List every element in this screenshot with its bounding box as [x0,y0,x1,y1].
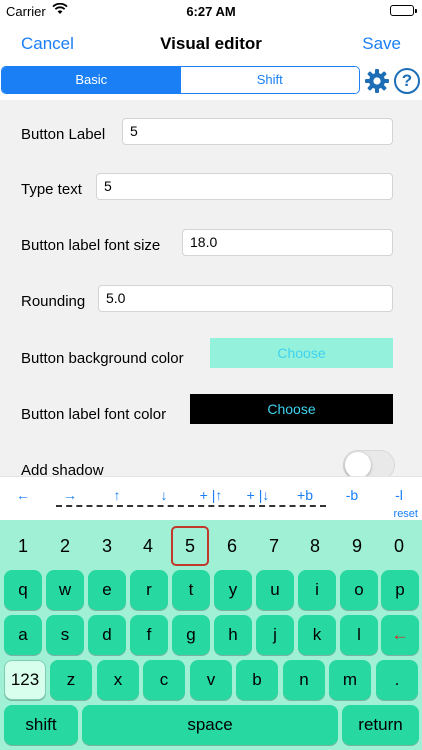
key-7[interactable]: 7 [258,526,290,566]
return-key[interactable]: return [342,705,419,745]
key-n[interactable]: n [283,660,325,700]
type-text-row: Type text 5 [0,159,422,215]
key-2[interactable]: 2 [49,526,81,566]
segmented-control: Basic Shift [1,66,360,94]
key-s[interactable]: s [46,615,84,655]
key-q[interactable]: q [4,570,42,610]
type-text-input[interactable]: 5 [96,173,393,200]
key-c[interactable]: c [143,660,185,700]
remove-l-button[interactable]: -l [381,487,417,503]
keyboard-preview: 1 2 3 4 5 6 7 8 9 0 q w e r t y u i o p … [0,520,422,750]
key-g[interactable]: g [172,615,210,655]
cursor-toolbar: ← → ↑ ↓ + |↑ + |↓ +b -b -l reset [0,476,422,520]
type-text-label: Type text [21,181,82,198]
shadow-label: Add shadow [21,462,104,476]
shadow-toggle[interactable] [343,450,395,476]
space-key[interactable]: space [82,705,338,745]
key-m[interactable]: m [329,660,371,700]
key-u[interactable]: u [256,570,294,610]
line-down-button[interactable]: + |↓ [240,487,276,503]
bg-color-row: Button background color Choose [0,328,422,384]
font-size-label: Button label font size [21,237,161,254]
key-0[interactable]: 0 [383,526,415,566]
backspace-key[interactable]: ← [381,615,419,655]
rounding-row: Rounding 5.0 [0,271,422,327]
reset-button[interactable]: reset [394,508,418,520]
save-button[interactable]: Save [362,34,401,54]
key-w[interactable]: w [46,570,84,610]
shift-key[interactable]: shift [4,705,78,745]
battery-icon [390,5,417,16]
font-size-row: Button label font size 18.0 [0,215,422,271]
button-label-input[interactable]: 5 [122,118,393,145]
dashed-divider [56,505,326,507]
move-left-button[interactable]: ← [5,487,41,503]
key-d[interactable]: d [88,615,126,655]
move-down-button[interactable]: ↓ [146,487,182,503]
button-label-label: Button Label [21,126,106,143]
navigation-bar: Cancel Visual editor Save [0,22,422,64]
button-label-row: Button Label 5 [0,104,422,160]
key-e[interactable]: e [88,570,126,610]
key-k[interactable]: k [298,615,336,655]
page-title: Visual editor [160,34,262,53]
font-color-row: Button label font color Choose [0,384,422,440]
key-6[interactable]: 6 [216,526,248,566]
settings-form: Button Label 5 Type text 5 Button label … [0,100,422,476]
key-t[interactable]: t [172,570,210,610]
rounding-input[interactable]: 5.0 [98,285,393,312]
key-h[interactable]: h [214,615,252,655]
key-5-selected[interactable]: 5 [171,526,209,566]
key-b[interactable]: b [236,660,278,700]
key-3[interactable]: 3 [91,526,123,566]
status-bar: Carrier 6:27 AM [0,0,422,22]
clock: 6:27 AM [186,4,236,19]
key-p[interactable]: p [381,570,419,610]
bg-color-choose-button[interactable]: Choose [210,338,393,368]
gear-icon[interactable] [364,68,390,94]
font-size-input[interactable]: 18.0 [182,229,393,256]
key-i[interactable]: i [298,570,336,610]
key-a[interactable]: a [4,615,42,655]
key-8[interactable]: 8 [299,526,331,566]
bg-color-label: Button background color [21,350,184,367]
key-9[interactable]: 9 [341,526,373,566]
key-y[interactable]: y [214,570,252,610]
font-color-label: Button label font color [21,406,167,423]
font-color-choose-button[interactable]: Choose [190,394,393,424]
key-period[interactable]: . [376,660,418,700]
segment-basic[interactable]: Basic [2,67,181,93]
key-z[interactable]: z [50,660,92,700]
key-l[interactable]: l [340,615,378,655]
add-b-button[interactable]: +b [287,487,323,503]
key-v[interactable]: v [190,660,232,700]
key-f[interactable]: f [130,615,168,655]
help-icon[interactable]: ? [394,68,420,94]
rounding-label: Rounding [21,293,86,310]
key-r[interactable]: r [130,570,168,610]
key-4[interactable]: 4 [132,526,164,566]
key-j[interactable]: j [256,615,294,655]
move-up-button[interactable]: ↑ [99,487,135,503]
segment-shift[interactable]: Shift [180,67,359,93]
key-1[interactable]: 1 [7,526,39,566]
numbers-toggle-key[interactable]: 123 [4,660,46,700]
move-right-button[interactable]: → [52,487,88,503]
key-x[interactable]: x [97,660,139,700]
key-o[interactable]: o [340,570,378,610]
remove-b-button[interactable]: -b [334,487,370,503]
line-up-button[interactable]: + |↑ [193,487,229,503]
